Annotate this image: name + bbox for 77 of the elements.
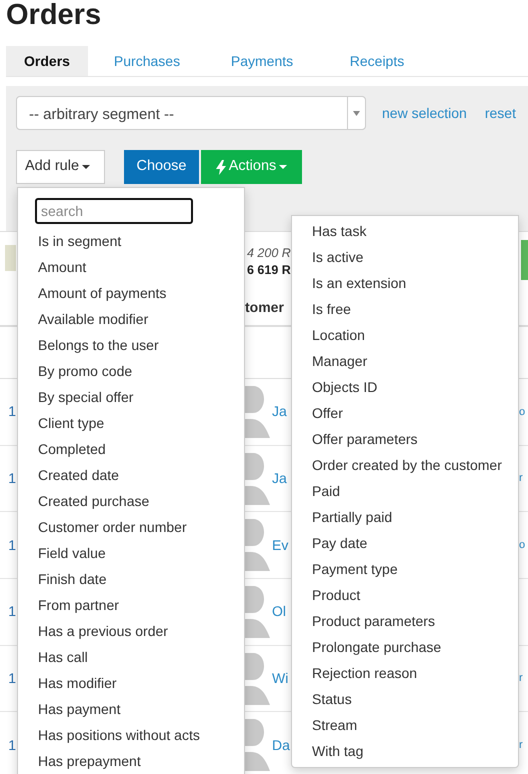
menu-item[interactable]: Has prepayment [18, 748, 244, 774]
choose-button[interactable]: Choose [124, 150, 199, 184]
menu-item[interactable]: Created purchase [18, 488, 244, 514]
menu-item[interactable]: By promo code [18, 358, 244, 384]
menu-item[interactable]: Prolongate purchase [292, 634, 518, 660]
menu-item[interactable]: Field value [18, 540, 244, 566]
table-cell-text: r [519, 671, 524, 686]
tab[interactable]: Purchases [88, 46, 206, 76]
menu-item[interactable]: By special offer [18, 384, 244, 410]
customer-link[interactable]: Ja [272, 401, 291, 422]
highlight-block [5, 245, 16, 271]
table-cell-text: r [519, 738, 524, 754]
menu-item[interactable]: Rejection reason [292, 660, 518, 686]
menu-item[interactable]: From partner [18, 592, 244, 618]
row-number: 1 [7, 402, 17, 422]
tab[interactable]: Payments [206, 46, 318, 76]
menu-item[interactable]: Belongs to the user [18, 332, 244, 358]
menu-item[interactable]: Is free [292, 296, 518, 322]
menu-item[interactable]: Pay date [292, 530, 518, 556]
menu-item[interactable]: Manager [292, 348, 518, 374]
menu-item[interactable]: Paid [292, 478, 518, 504]
menu-item[interactable]: Product [292, 582, 518, 608]
customer-link[interactable]: Ol [272, 601, 291, 622]
table-cell-text: o [519, 404, 526, 420]
menu-item[interactable]: Offer [292, 400, 518, 426]
menu-item[interactable]: Status [292, 686, 518, 712]
menu-item[interactable]: Product parameters [292, 608, 518, 634]
customer-link[interactable]: Ev [272, 534, 291, 556]
menu-item[interactable]: Completed [18, 436, 244, 462]
menu-item[interactable]: With tag [292, 738, 518, 764]
menu-item[interactable]: Created date [18, 462, 244, 488]
menu-item[interactable]: Amount of payments [18, 280, 244, 306]
lightning-icon [216, 160, 226, 174]
menu-item[interactable]: Has call [18, 644, 244, 670]
customer-link[interactable]: Da [272, 734, 291, 756]
menu-item[interactable]: Location [292, 322, 518, 348]
status-tag [521, 240, 528, 280]
caret-icon [279, 165, 288, 169]
table-cell-text: r [519, 471, 524, 486]
menu-item[interactable]: Is in segment [18, 228, 244, 254]
menu-item[interactable]: Has positions without acts [18, 722, 244, 748]
caret-icon [82, 165, 90, 169]
menu-item[interactable]: Has a previous order [18, 618, 244, 644]
total-amount: 6 619 R [247, 262, 291, 279]
menu-item[interactable]: Stream [292, 712, 518, 738]
menu-item[interactable]: Client type [18, 410, 244, 436]
menu-item[interactable]: Is active [292, 244, 518, 270]
menu-item[interactable]: Offer parameters [292, 426, 518, 452]
search-field[interactable]: search [35, 198, 193, 224]
menu-item[interactable]: Finish date [18, 566, 244, 592]
tab[interactable]: Receipts [318, 46, 436, 76]
menu-item[interactable]: Available modifier [18, 306, 244, 332]
column-header: tomer [245, 298, 285, 316]
page-title: Orders [5, 0, 102, 30]
row-number: 1 [7, 669, 17, 688]
customer-link[interactable]: Wi [272, 668, 291, 690]
row-number: 1 [7, 736, 17, 755]
add-rule-button[interactable]: Add rule [16, 150, 105, 184]
total-amount: 4 200 R [247, 245, 291, 262]
menu-item[interactable]: Has task [292, 218, 518, 244]
menu-item[interactable]: Has payment [18, 696, 244, 722]
row-number: 1 [7, 469, 17, 488]
menu-item[interactable]: Is an extension [292, 270, 518, 296]
menu-item[interactable]: Customer order number [18, 514, 244, 540]
menu-item[interactable]: Has modifier [18, 670, 244, 696]
segment-select[interactable]: -- arbitrary segment -- [16, 96, 366, 130]
table-cell-text: o [519, 538, 526, 553]
menu-item[interactable]: Amount [18, 254, 244, 280]
dropdown-arrow-icon [353, 110, 360, 116]
customer-link[interactable]: Ja [272, 468, 291, 490]
menu-item[interactable]: Objects ID [292, 374, 518, 400]
row-number: 1 [7, 602, 17, 622]
menu-item[interactable]: Partially paid [292, 504, 518, 530]
row-number: 1 [7, 536, 17, 555]
menu-item[interactable]: Payment type [292, 556, 518, 582]
menu-item[interactable]: Order created by the customer [292, 452, 518, 478]
tab[interactable]: Orders [6, 46, 88, 76]
